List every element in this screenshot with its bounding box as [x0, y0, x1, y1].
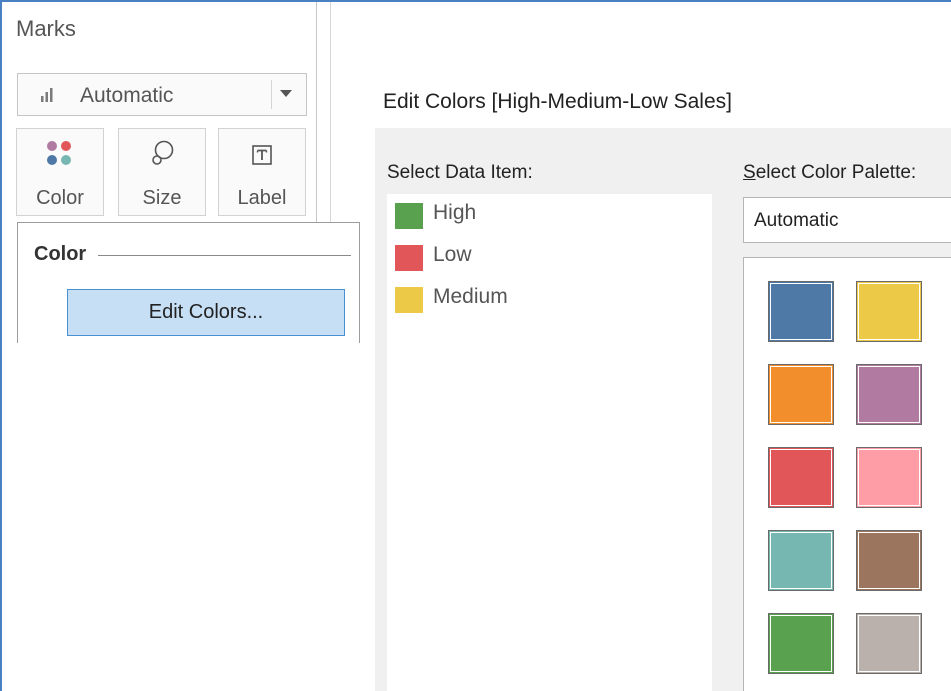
palette-swatch[interactable]: [768, 281, 834, 342]
swatch-fill: [770, 615, 832, 672]
palette-value: Automatic: [754, 210, 839, 231]
color-card[interactable]: Color: [16, 128, 104, 216]
label-card-label: Label: [237, 187, 287, 209]
color-palette-dropdown[interactable]: Automatic: [743, 197, 951, 243]
swatch-fill: [858, 615, 920, 672]
heading-rule: [98, 255, 351, 256]
palette-label-rest: elect Color Palette:: [755, 162, 917, 183]
data-item-list[interactable]: High Low Medium: [387, 194, 712, 691]
color-dot: [61, 155, 71, 165]
text-label-icon: [252, 145, 272, 165]
color-dot: [47, 155, 57, 165]
select-data-item-label: Select Data Item:: [387, 162, 533, 183]
size-bubble-icon: [152, 140, 174, 165]
palette-swatch-grid: [743, 257, 951, 691]
palette-swatch[interactable]: [856, 447, 922, 508]
swatch-fill: [858, 449, 920, 506]
dialog-title: Edit Colors [High-Medium-Low Sales]: [383, 90, 732, 113]
dropdown-divider: [271, 80, 272, 109]
swatch-fill: [770, 532, 832, 589]
marks-title: Marks: [16, 16, 76, 41]
swatch-fill: [770, 449, 832, 506]
palette-swatch[interactable]: [856, 281, 922, 342]
bar-chart-icon: [41, 88, 53, 102]
mark-type-dropdown[interactable]: Automatic: [17, 73, 307, 116]
size-card-label: Size: [142, 187, 182, 209]
swatch-fill: [770, 366, 832, 423]
select-color-palette-label: Select Color Palette:: [743, 162, 916, 184]
palette-swatch[interactable]: [768, 364, 834, 425]
color-dot: [61, 141, 71, 151]
palette-swatch[interactable]: [768, 613, 834, 674]
data-item-label: Low: [433, 243, 472, 266]
palette-swatch[interactable]: [768, 447, 834, 508]
swatch-fill: [770, 283, 832, 340]
mark-type-value: Automatic: [80, 84, 174, 107]
palette-label-mnemonic: S: [743, 162, 756, 183]
swatch-fill: [858, 532, 920, 589]
data-item-swatch: [395, 245, 423, 271]
chevron-down-icon[interactable]: [280, 90, 292, 97]
label-card[interactable]: Label: [218, 128, 306, 216]
palette-swatch[interactable]: [856, 530, 922, 591]
color-dot: [47, 141, 57, 151]
swatch-fill: [858, 366, 920, 423]
data-item-label: High: [433, 201, 477, 224]
palette-swatch[interactable]: [768, 530, 834, 591]
palette-swatch[interactable]: [856, 613, 922, 674]
data-item-label: Medium: [433, 285, 508, 308]
data-item-swatch: [395, 287, 423, 313]
palette-swatch[interactable]: [856, 364, 922, 425]
size-card[interactable]: Size: [118, 128, 206, 216]
color-popup-heading: Color: [34, 243, 87, 265]
edit-colors-dialog: Select Data Item: Select Color Palette: …: [375, 128, 951, 691]
data-item-swatch: [395, 203, 423, 229]
color-popup: Color Edit Colors...: [17, 222, 360, 343]
edit-colors-button[interactable]: Edit Colors...: [67, 289, 345, 336]
swatch-fill: [858, 283, 920, 340]
color-card-label: Color: [36, 187, 84, 209]
